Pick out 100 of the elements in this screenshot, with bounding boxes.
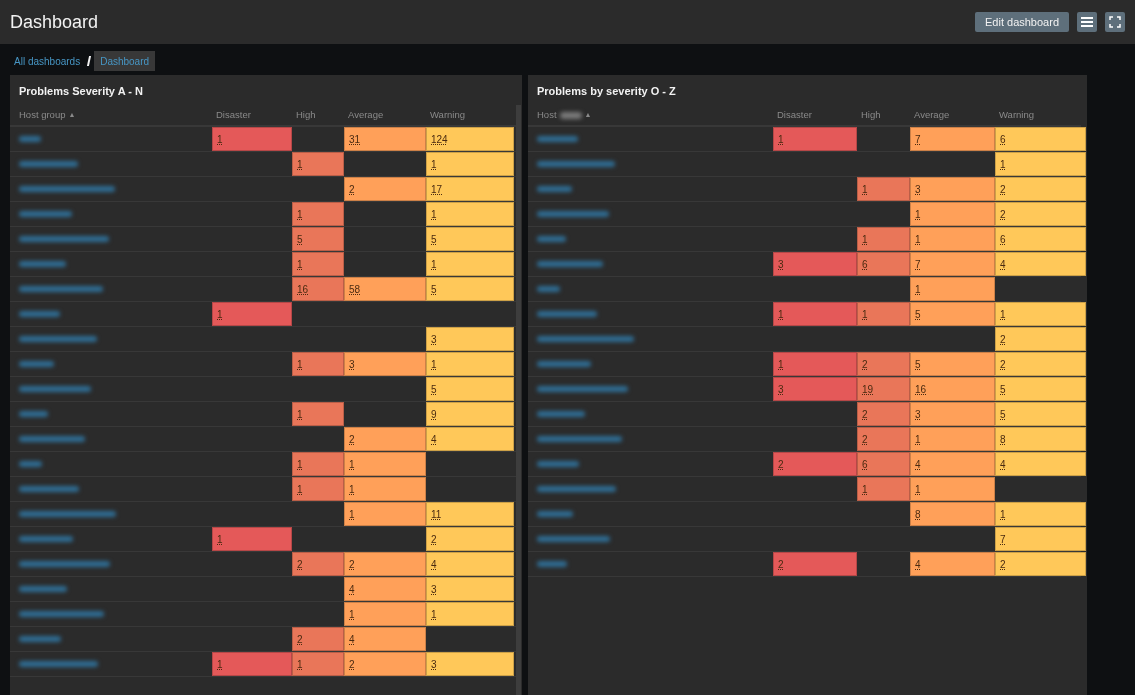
- blurred-link[interactable]: [537, 236, 566, 242]
- severity-cell[interactable]: 1: [995, 302, 1086, 326]
- severity-cell[interactable]: 3: [910, 402, 995, 426]
- blurred-link[interactable]: [537, 136, 578, 142]
- severity-cell[interactable]: 9: [426, 402, 514, 426]
- edit-dashboard-button[interactable]: Edit dashboard: [975, 12, 1069, 32]
- blurred-link[interactable]: [19, 161, 78, 167]
- severity-cell[interactable]: 5: [292, 227, 344, 251]
- blurred-link[interactable]: [19, 311, 60, 317]
- severity-cell[interactable]: 4: [995, 252, 1086, 276]
- severity-cell[interactable]: 1: [910, 427, 995, 451]
- severity-cell[interactable]: 3: [773, 377, 857, 401]
- blurred-link[interactable]: [537, 461, 579, 467]
- blurred-link[interactable]: [19, 661, 98, 667]
- blurred-link[interactable]: [19, 536, 73, 542]
- severity-cell[interactable]: 1: [212, 527, 292, 551]
- severity-cell[interactable]: 1: [910, 277, 995, 301]
- severity-cell[interactable]: 4: [344, 577, 426, 601]
- severity-cell[interactable]: 2: [773, 552, 857, 576]
- severity-cell[interactable]: 2: [857, 352, 910, 376]
- severity-cell[interactable]: 2: [857, 427, 910, 451]
- blurred-link[interactable]: [537, 211, 609, 217]
- blurred-link[interactable]: [537, 436, 622, 442]
- severity-cell[interactable]: 1: [910, 202, 995, 226]
- severity-cell[interactable]: 1: [426, 352, 514, 376]
- blurred-link[interactable]: [19, 361, 54, 367]
- severity-cell[interactable]: 1: [995, 152, 1086, 176]
- blurred-link[interactable]: [19, 586, 67, 592]
- blurred-link[interactable]: [19, 486, 79, 492]
- severity-cell[interactable]: 5: [426, 277, 514, 301]
- severity-cell[interactable]: 8: [995, 427, 1086, 451]
- blurred-link[interactable]: [537, 261, 603, 267]
- severity-cell[interactable]: 3: [426, 577, 514, 601]
- blurred-link[interactable]: [537, 186, 572, 192]
- severity-cell[interactable]: 2: [344, 427, 426, 451]
- severity-cell[interactable]: 2: [344, 552, 426, 576]
- severity-cell[interactable]: 1: [344, 602, 426, 626]
- severity-cell[interactable]: 1: [292, 652, 344, 676]
- severity-cell[interactable]: 1: [426, 202, 514, 226]
- severity-cell[interactable]: 7: [995, 527, 1086, 551]
- severity-cell[interactable]: 1: [857, 227, 910, 251]
- severity-cell[interactable]: 6: [857, 252, 910, 276]
- severity-cell[interactable]: 6: [995, 127, 1086, 151]
- blurred-link[interactable]: [537, 286, 560, 292]
- severity-cell[interactable]: 2: [995, 177, 1086, 201]
- severity-cell[interactable]: 3: [426, 652, 514, 676]
- blurred-link[interactable]: [537, 511, 573, 517]
- severity-cell[interactable]: 2: [292, 552, 344, 576]
- severity-cell[interactable]: 1: [773, 127, 857, 151]
- severity-cell[interactable]: 2: [995, 202, 1086, 226]
- severity-cell[interactable]: 2: [344, 652, 426, 676]
- severity-cell[interactable]: 17: [426, 177, 514, 201]
- blurred-link[interactable]: [19, 411, 48, 417]
- severity-cell[interactable]: 1: [995, 502, 1086, 526]
- severity-cell[interactable]: 4: [426, 427, 514, 451]
- blurred-link[interactable]: [537, 536, 610, 542]
- blurred-link[interactable]: [537, 336, 634, 342]
- severity-cell[interactable]: 1: [426, 252, 514, 276]
- severity-cell[interactable]: 3: [426, 327, 514, 351]
- severity-cell[interactable]: 1: [292, 252, 344, 276]
- severity-cell[interactable]: 5: [426, 227, 514, 251]
- severity-cell[interactable]: 16: [292, 277, 344, 301]
- blurred-link[interactable]: [19, 511, 116, 517]
- blurred-link[interactable]: [19, 611, 104, 617]
- severity-cell[interactable]: 124: [426, 127, 514, 151]
- severity-cell[interactable]: 1: [910, 227, 995, 251]
- severity-cell[interactable]: 1: [292, 452, 344, 476]
- blurred-link[interactable]: [19, 286, 103, 292]
- severity-cell[interactable]: 1: [292, 152, 344, 176]
- blurred-link[interactable]: [19, 561, 110, 567]
- severity-cell[interactable]: 2: [344, 177, 426, 201]
- severity-cell[interactable]: 1: [212, 652, 292, 676]
- severity-cell[interactable]: 2: [995, 352, 1086, 376]
- severity-cell[interactable]: 2: [426, 527, 514, 551]
- blurred-link[interactable]: [19, 211, 72, 217]
- severity-cell[interactable]: 2: [292, 627, 344, 651]
- severity-cell[interactable]: 4: [426, 552, 514, 576]
- severity-cell[interactable]: 31: [344, 127, 426, 151]
- scrollbar[interactable]: [516, 105, 521, 695]
- severity-cell[interactable]: 6: [857, 452, 910, 476]
- severity-cell[interactable]: 3: [773, 252, 857, 276]
- severity-cell[interactable]: 1: [292, 352, 344, 376]
- severity-cell[interactable]: 6: [995, 227, 1086, 251]
- blurred-link[interactable]: [537, 311, 597, 317]
- blurred-link[interactable]: [537, 386, 628, 392]
- severity-cell[interactable]: 5: [426, 377, 514, 401]
- severity-cell[interactable]: 4: [344, 627, 426, 651]
- severity-cell[interactable]: 1: [212, 127, 292, 151]
- blurred-link[interactable]: [19, 186, 115, 192]
- severity-cell[interactable]: 1: [426, 602, 514, 626]
- severity-cell[interactable]: 5: [995, 402, 1086, 426]
- menu-icon[interactable]: [1077, 12, 1097, 32]
- severity-cell[interactable]: 2: [773, 452, 857, 476]
- blurred-link[interactable]: [537, 161, 615, 167]
- severity-cell[interactable]: 11: [426, 502, 514, 526]
- blurred-link[interactable]: [19, 336, 97, 342]
- severity-cell[interactable]: 1: [857, 177, 910, 201]
- severity-cell[interactable]: 2: [995, 552, 1086, 576]
- column-header[interactable]: Host: [537, 107, 557, 123]
- severity-cell[interactable]: 4: [995, 452, 1086, 476]
